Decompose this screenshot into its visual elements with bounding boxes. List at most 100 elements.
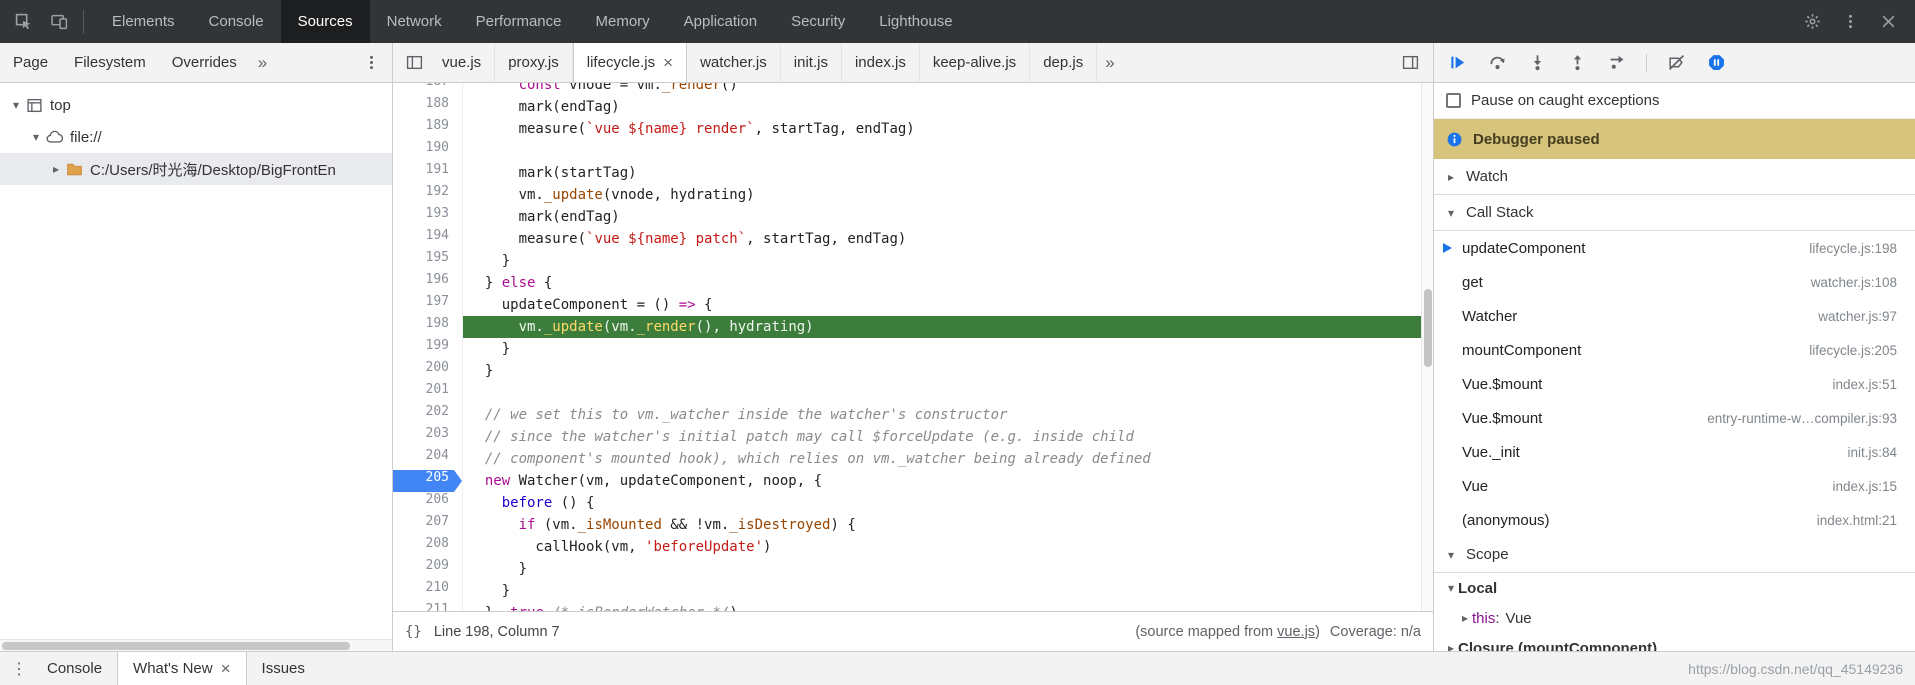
code-line-204[interactable]: // component's mounted hook), which reli… xyxy=(463,448,1433,470)
file-tab-lifecycle-js[interactable]: lifecycle.js × xyxy=(572,43,688,82)
gutter-line-187[interactable]: 187 xyxy=(393,83,462,96)
gutter-line-193[interactable]: 193 xyxy=(393,206,462,228)
more-tabs-chevron-icon[interactable]: » xyxy=(250,53,275,73)
settings-gear-icon[interactable] xyxy=(1795,5,1829,39)
code-line-197[interactable]: updateComponent = () => { xyxy=(463,294,1433,316)
deactivate-breakpoints-icon[interactable] xyxy=(1661,48,1691,78)
step-over-icon[interactable] xyxy=(1482,48,1512,78)
scrollbar-thumb[interactable] xyxy=(2,642,350,650)
horizontal-scrollbar[interactable] xyxy=(0,639,392,651)
collapse-arrow-icon[interactable]: ▾ xyxy=(28,130,44,144)
gutter-line-204[interactable]: 204 xyxy=(393,448,462,470)
gutter-line-190[interactable]: 190 xyxy=(393,140,462,162)
device-toolbar-icon[interactable] xyxy=(42,5,76,39)
gutter-line-192[interactable]: 192 xyxy=(393,184,462,206)
main-tab-elements[interactable]: Elements xyxy=(95,0,192,43)
section-scope[interactable]: ▾ Scope xyxy=(1434,537,1915,573)
main-tab-performance[interactable]: Performance xyxy=(459,0,579,43)
code-line-210[interactable]: } xyxy=(463,580,1433,602)
tree-item-c-users-desktop-bigfronten[interactable]: ▸ C:/Users/时光海/Desktop/BigFrontEn xyxy=(0,153,392,185)
collapse-arrow-icon[interactable]: ▾ xyxy=(8,98,24,112)
gutter-line-191[interactable]: 191 xyxy=(393,162,462,184)
callstack-frame-get[interactable]: get watcher.js:108 xyxy=(1434,265,1915,299)
callstack-frame-vue[interactable]: Vue index.js:15 xyxy=(1434,469,1915,503)
code-line-205[interactable]: new Watcher(vm, updateComponent, noop, { xyxy=(463,470,1433,492)
main-tab-sources[interactable]: Sources xyxy=(280,0,370,43)
code-line-199[interactable]: } xyxy=(463,338,1433,360)
code-line-189[interactable]: measure(`vue ${name} render`, startTag, … xyxy=(463,118,1433,140)
code-line-209[interactable]: } xyxy=(463,558,1433,580)
close-tab-icon[interactable]: × xyxy=(663,54,673,71)
navigator-tab-overrides[interactable]: Overrides xyxy=(159,54,250,71)
drawer-tab-issues[interactable]: Issues xyxy=(247,652,320,685)
code-line-202[interactable]: // we set this to vm._watcher inside the… xyxy=(463,404,1433,426)
gutter-line-202[interactable]: 202 xyxy=(393,404,462,426)
code-line-193[interactable]: mark(endTag) xyxy=(463,206,1433,228)
file-tab-proxy-js[interactable]: proxy.js xyxy=(495,43,573,82)
callstack-frame-mountcomponent[interactable]: mountComponent lifecycle.js:205 xyxy=(1434,333,1915,367)
file-tab-vue-js[interactable]: vue.js xyxy=(429,43,496,82)
close-tab-icon[interactable]: × xyxy=(221,660,231,677)
step-icon[interactable] xyxy=(1602,48,1632,78)
callstack-frame-watcher[interactable]: Watcher watcher.js:97 xyxy=(1434,299,1915,333)
gutter-line-195[interactable]: 195 xyxy=(393,250,462,272)
main-tab-memory[interactable]: Memory xyxy=(579,0,667,43)
code-line-190[interactable] xyxy=(463,140,1433,162)
scope-group-closure-mountcomponent[interactable]: ▸ Closure (mountComponent) xyxy=(1434,633,1915,652)
navigator-tab-page[interactable]: Page xyxy=(0,54,61,71)
code-line-206[interactable]: before () { xyxy=(463,492,1433,514)
kebab-icon[interactable] xyxy=(356,48,386,78)
step-out-icon[interactable] xyxy=(1562,48,1592,78)
more-editor-tabs-chevron-icon[interactable]: » xyxy=(1097,53,1122,73)
code-line-203[interactable]: // since the watcher's initial patch may… xyxy=(463,426,1433,448)
gutter-line-207[interactable]: 207 xyxy=(393,514,462,536)
main-tab-application[interactable]: Application xyxy=(667,0,774,43)
gutter-line-199[interactable]: 199 xyxy=(393,338,462,360)
navigator-toggle-icon[interactable] xyxy=(399,48,429,78)
pause-on-caught-checkbox[interactable] xyxy=(1446,93,1461,108)
file-tab-index-js[interactable]: index.js xyxy=(842,43,920,82)
main-tab-console[interactable]: Console xyxy=(192,0,281,43)
resume-icon[interactable] xyxy=(1442,48,1472,78)
scrollbar-thumb[interactable] xyxy=(1424,289,1432,367)
tree-item-top[interactable]: ▾ top xyxy=(0,89,392,121)
step-into-icon[interactable] xyxy=(1522,48,1552,78)
file-tab-dep-js[interactable]: dep.js xyxy=(1030,43,1098,82)
drawer-menu-icon[interactable]: ⋮ xyxy=(6,652,32,685)
gutter-line-201[interactable]: 201 xyxy=(393,382,462,404)
source-mapped-link[interactable]: vue.js xyxy=(1277,624,1315,640)
code-line-198[interactable]: vm._update(vm._render(), hydrating) xyxy=(463,316,1433,338)
gutter-line-209[interactable]: 209 xyxy=(393,558,462,580)
code-line-191[interactable]: mark(startTag) xyxy=(463,162,1433,184)
drawer-tab-console[interactable]: Console xyxy=(32,652,117,685)
gutter-line-189[interactable]: 189 xyxy=(393,118,462,140)
gutter-line-188[interactable]: 188 xyxy=(393,96,462,118)
section-call-stack[interactable]: ▾ Call Stack xyxy=(1434,195,1915,231)
gutter-line-205[interactable]: 205 xyxy=(393,470,462,492)
gutter-line-208[interactable]: 208 xyxy=(393,536,462,558)
gutter-line-200[interactable]: 200 xyxy=(393,360,462,382)
kebab-icon[interactable] xyxy=(1833,5,1867,39)
gutter-line-196[interactable]: 196 xyxy=(393,272,462,294)
code-line-207[interactable]: if (vm._isMounted && !vm._isDestroyed) { xyxy=(463,514,1433,536)
callstack-frame-anonymous[interactable]: (anonymous) index.html:21 xyxy=(1434,503,1915,537)
pause-on-exceptions-icon[interactable] xyxy=(1701,48,1731,78)
code-line-187[interactable]: const vnode = vm._render() xyxy=(463,83,1433,96)
gutter-line-198[interactable]: 198 xyxy=(393,316,462,338)
gutter-line-206[interactable]: 206 xyxy=(393,492,462,514)
gutter-line-210[interactable]: 210 xyxy=(393,580,462,602)
navigator-tab-filesystem[interactable]: Filesystem xyxy=(61,54,159,71)
vertical-scrollbar[interactable] xyxy=(1421,83,1433,611)
section-watch[interactable]: ▸ Watch xyxy=(1434,159,1915,195)
gutter-line-197[interactable]: 197 xyxy=(393,294,462,316)
close-icon[interactable] xyxy=(1871,5,1905,39)
code-line-211[interactable]: }, true /* isRenderWatcher */) xyxy=(463,602,1433,611)
gutter-line-194[interactable]: 194 xyxy=(393,228,462,250)
main-tab-security[interactable]: Security xyxy=(774,0,862,43)
file-tab-watcher-js[interactable]: watcher.js xyxy=(687,43,781,82)
panel-toggle-icon[interactable] xyxy=(1395,48,1425,78)
main-tab-network[interactable]: Network xyxy=(370,0,459,43)
code-line-196[interactable]: } else { xyxy=(463,272,1433,294)
code-line-192[interactable]: vm._update(vnode, hydrating) xyxy=(463,184,1433,206)
scope-group-local[interactable]: ▾ Local xyxy=(1434,573,1915,603)
